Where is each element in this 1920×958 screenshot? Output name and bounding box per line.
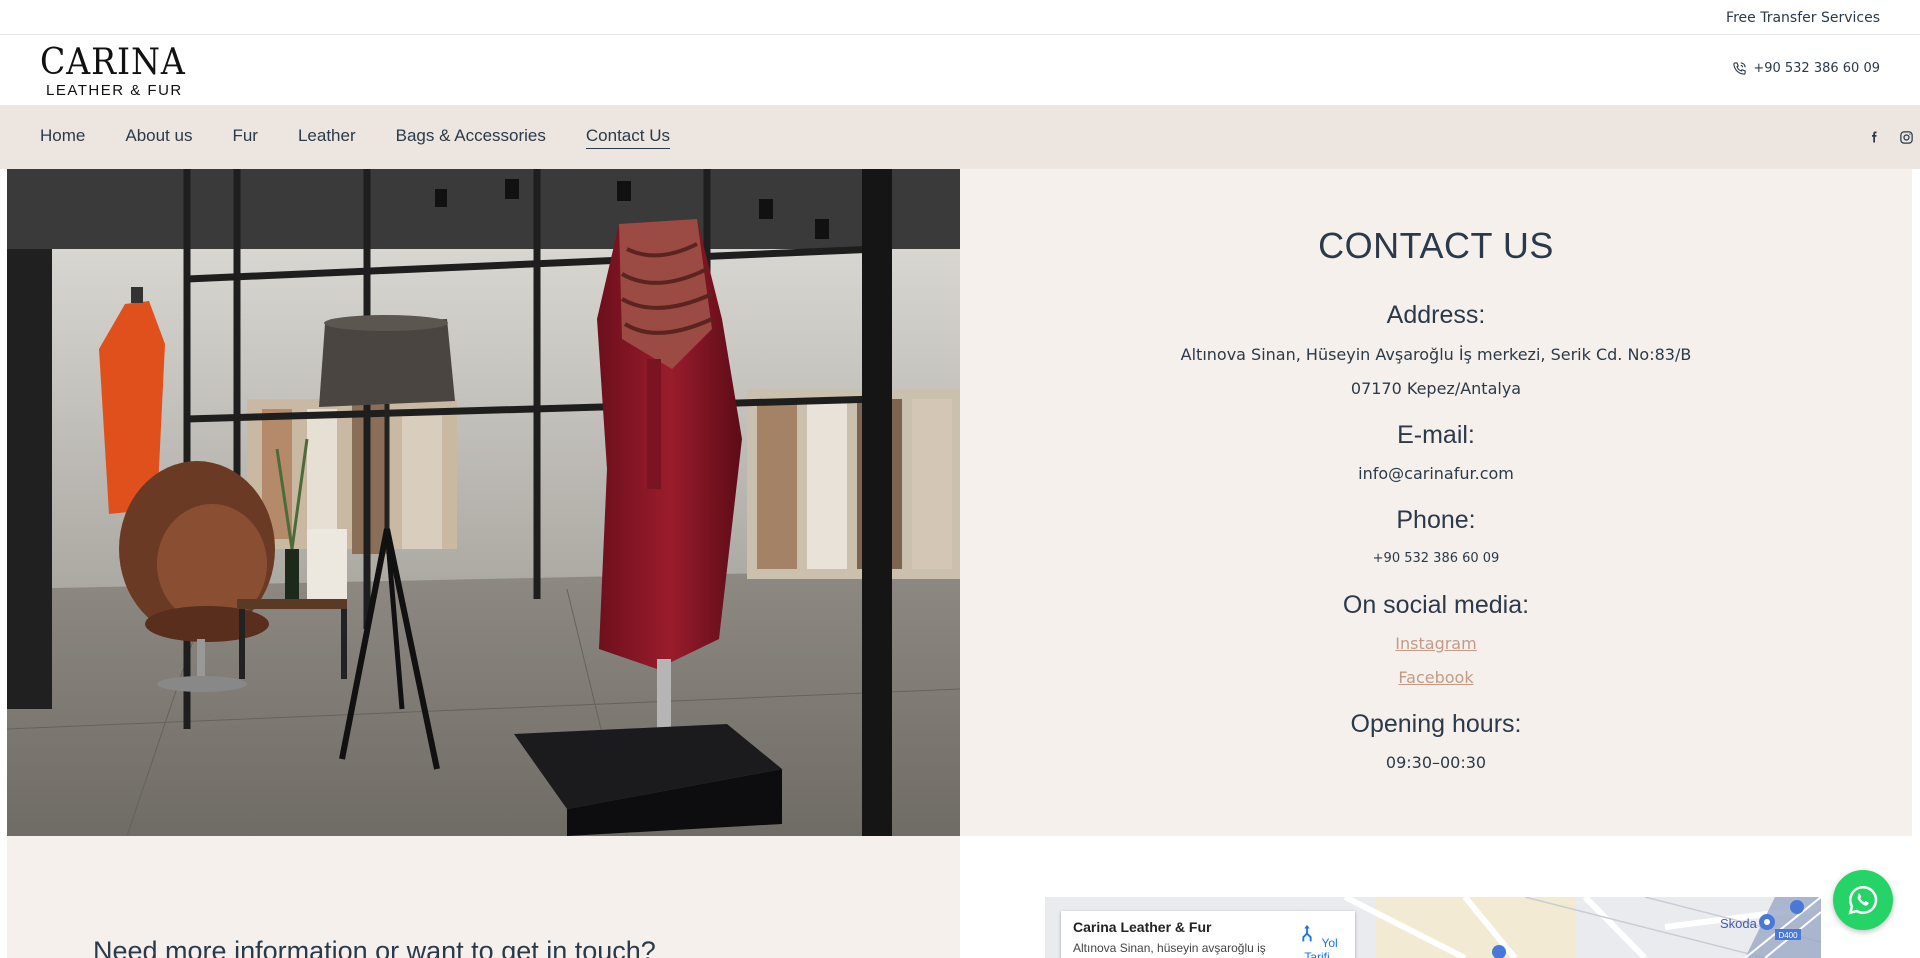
logo-brand: CARINA [40,42,186,83]
instagram-link[interactable]: Instagram [1395,634,1476,653]
contact-panel: CONTACT US Address: Altınova Sinan, Hüse… [960,169,1912,836]
address-line-2: 07170 Kepez/Antalya [1350,379,1522,398]
showroom-photo [7,169,960,836]
logo[interactable]: CARINA LEATHER & FUR [40,43,200,99]
main-nav: Home About us Fur Leather Bags & Accesso… [0,105,1920,169]
map-directions-button[interactable]: Yol Tarifi [1293,923,1341,958]
phone-heading: Phone: [1396,506,1476,534]
social-heading: On social media: [1342,591,1530,619]
email-heading: E-mail: [1397,421,1475,449]
nav-item-about[interactable]: About us [125,126,192,148]
directions-icon [1302,924,1312,942]
header-phone-number: +90 532 386 60 09 [1753,61,1880,76]
get-in-touch-heading: Need more information or want to get in … [93,936,656,958]
whatsapp-button[interactable] [1833,870,1893,930]
map-place-name[interactable]: Carina Leather & Fur [1073,919,1211,935]
map-road-label: D400 [1778,931,1798,940]
google-map[interactable]: D400 Skoda Carina Leather & Fur Altınova… [1045,897,1821,958]
whatsapp-icon [1848,885,1878,915]
map-place-address: Altınova Sinan, hüseyin avşaroğlu iş [1073,941,1266,955]
phone-value[interactable]: +90 532 386 60 09 [960,551,1912,566]
nav-item-fur[interactable]: Fur [232,126,258,148]
address-line-1: Altınova Sinan, Hüseyin Avşaroğlu İş mer… [1180,345,1692,364]
nav-social [1866,129,1914,145]
nav-item-home[interactable]: Home [40,126,85,148]
facebook-link[interactable]: Facebook [1398,668,1473,687]
map-label-skoda: Skoda [1720,916,1758,931]
logo-subtitle: LEATHER & FUR [46,82,183,99]
free-transfer-text[interactable]: Free Transfer Services [1726,10,1880,26]
nav-item-bags[interactable]: Bags & Accessories [396,126,546,148]
nav-item-leather[interactable]: Leather [298,126,356,148]
address-heading: Address: [1386,301,1486,329]
phone-icon [1733,62,1746,75]
hours-heading: Opening hours: [1350,710,1522,738]
nav-item-contact[interactable]: Contact Us [585,126,670,149]
facebook-icon[interactable] [1866,129,1882,145]
contact-title: CONTACT US [1318,225,1554,266]
header-phone[interactable]: +90 532 386 60 09 [1732,61,1880,76]
instagram-icon[interactable] [1898,129,1914,145]
email-value[interactable]: info@carinafur.com [960,464,1912,483]
hours-value: 09:30–00:30 [1385,753,1487,772]
site-header: CARINA LEATHER & FUR +90 532 386 60 09 [0,35,1920,105]
contact-form-section: Need more information or want to get in … [7,836,960,958]
top-bar: Free Transfer Services [0,0,1920,35]
map-place-card: Carina Leather & Fur Altınova Sinan, hüs… [1061,911,1355,958]
